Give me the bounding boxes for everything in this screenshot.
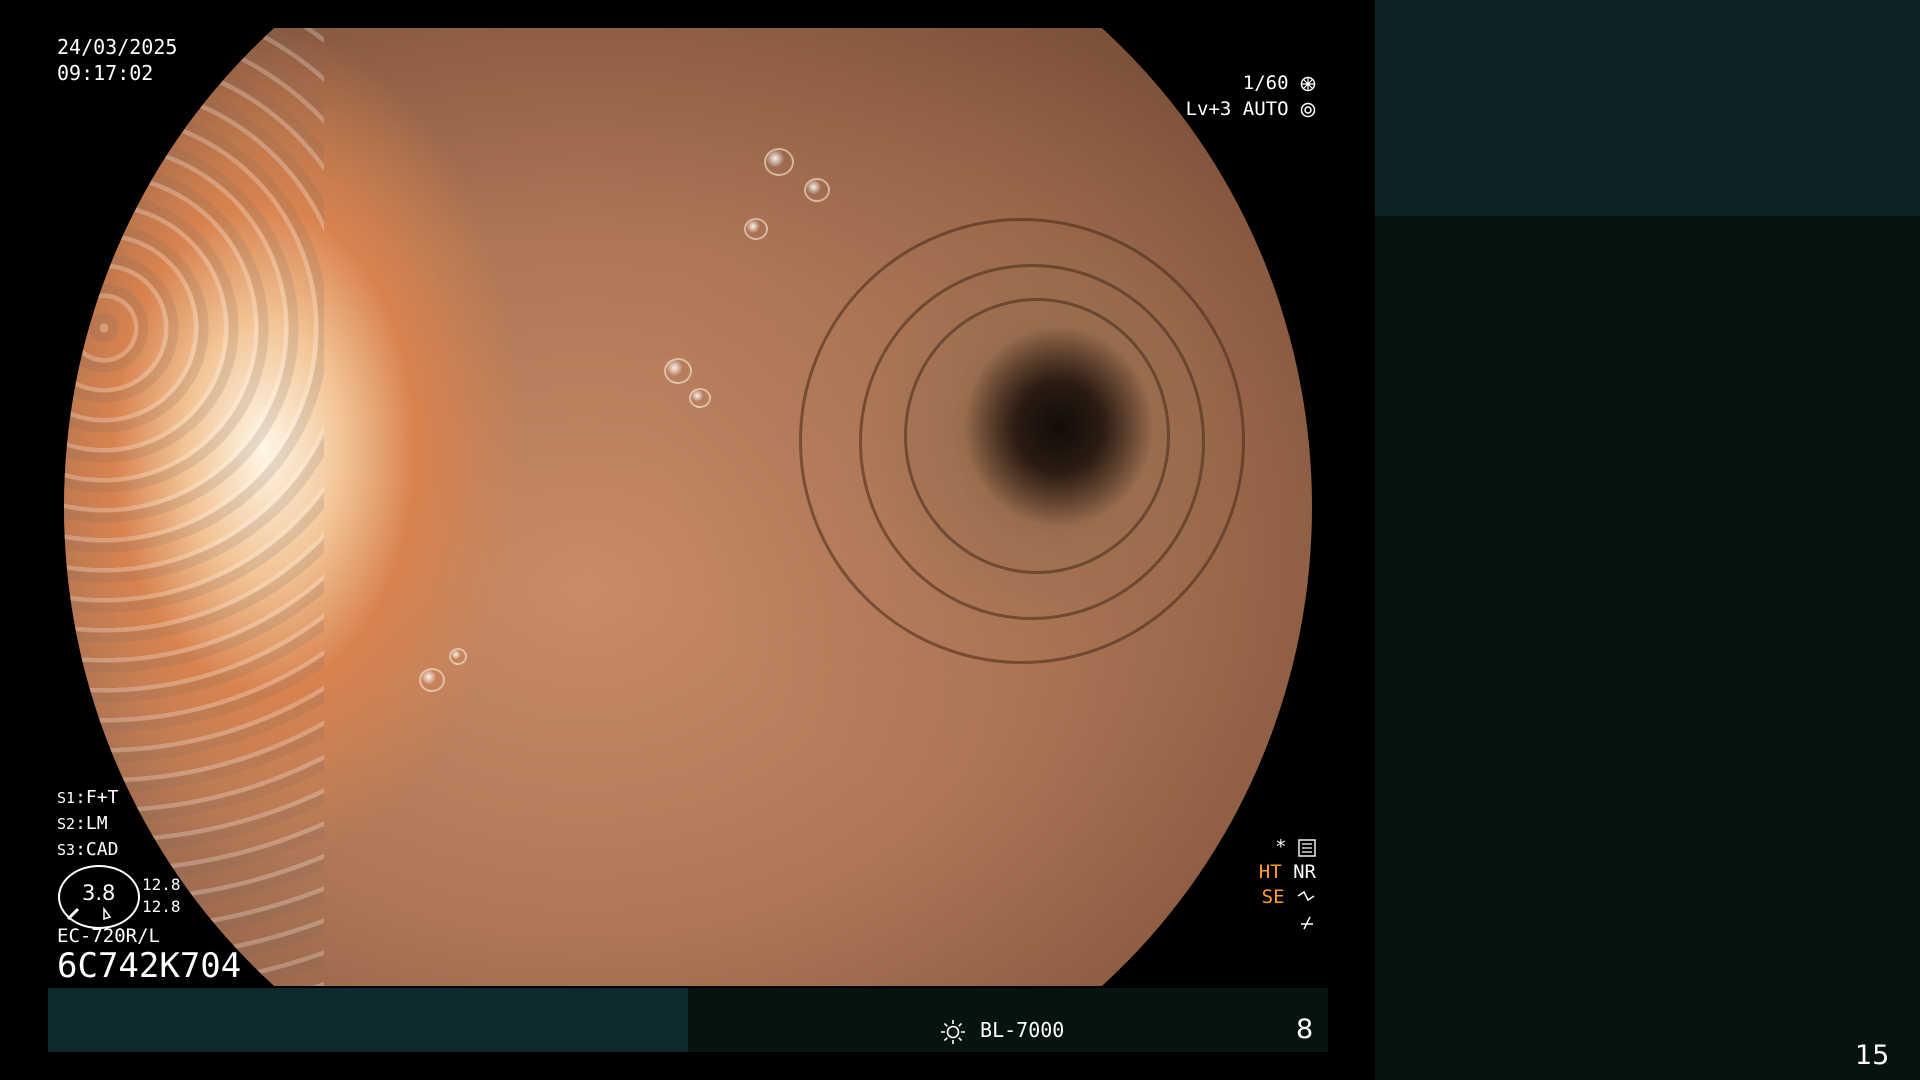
scope-serial: 6C742K704 <box>57 946 242 986</box>
switch-value: F+T <box>85 787 119 808</box>
gauge-side-readout: 12.8 12.8 <box>142 874 181 918</box>
bubble <box>664 358 692 384</box>
switch-row: S2:LM <box>57 813 108 834</box>
light-source-icon <box>941 1019 965 1044</box>
switch-assignments: S1:F+T S2:LM S3:CAD <box>57 785 118 863</box>
gauge-pointer-icon <box>66 906 112 921</box>
switch-key: S2 <box>57 815 76 833</box>
settings-panel-icon <box>1298 838 1316 857</box>
shutter-text: 1/60 <box>1242 72 1289 94</box>
lumen-ring-inner <box>904 298 1170 574</box>
bottom-bar-left <box>48 988 688 1052</box>
switch-key: S3 <box>57 841 76 859</box>
gauge-side-bottom: 12.8 <box>142 897 181 916</box>
light-source-label: BL-7000 <box>980 1018 1065 1042</box>
mode-se: SE <box>1261 886 1285 908</box>
shutter-icon <box>1300 76 1316 91</box>
side-panel-bottom <box>1375 216 1920 1080</box>
bottom-bar-number: 8 <box>1296 1014 1314 1045</box>
exposure-readout: 1/60 Lv+3 AUTO <box>1186 70 1316 122</box>
switch-value: LM <box>85 813 108 834</box>
time-text: 09:17:02 <box>57 61 154 85</box>
gauge-side-top: 12.8 <box>142 875 181 894</box>
iris-icon <box>1300 102 1316 117</box>
mode-nr: NR <box>1293 861 1316 883</box>
switch-key: S1 <box>57 789 76 807</box>
freeze-icon <box>1301 916 1313 929</box>
bubble <box>689 388 711 408</box>
side-panel-top <box>1375 0 1920 216</box>
scope-model: EC-720R/L <box>57 925 160 947</box>
mode-indicators: * HT NR SE <box>1259 835 1316 935</box>
date-time-readout: 24/03/2025 09:17:02 <box>57 34 177 86</box>
mode-ht: HT <box>1258 861 1282 883</box>
light-source-readout: BL-7000 <box>940 1018 1064 1045</box>
level-auto-text: Lv+3 AUTO <box>1185 98 1289 120</box>
bubble <box>449 648 467 665</box>
switch-value: CAD <box>85 839 119 860</box>
bubble <box>419 668 445 692</box>
switch-row: S3:CAD <box>57 839 119 860</box>
enhance-icon <box>1297 890 1315 901</box>
bubble <box>764 148 794 176</box>
date-text: 24/03/2025 <box>57 35 178 59</box>
bubble <box>744 218 768 240</box>
switch-row: S1:F+T <box>57 787 119 808</box>
bubble <box>804 178 830 202</box>
page-number: 15 <box>1855 1040 1890 1071</box>
asterisk-icon: * <box>1275 836 1287 858</box>
scope-gauge: 3.8 <box>58 865 140 929</box>
